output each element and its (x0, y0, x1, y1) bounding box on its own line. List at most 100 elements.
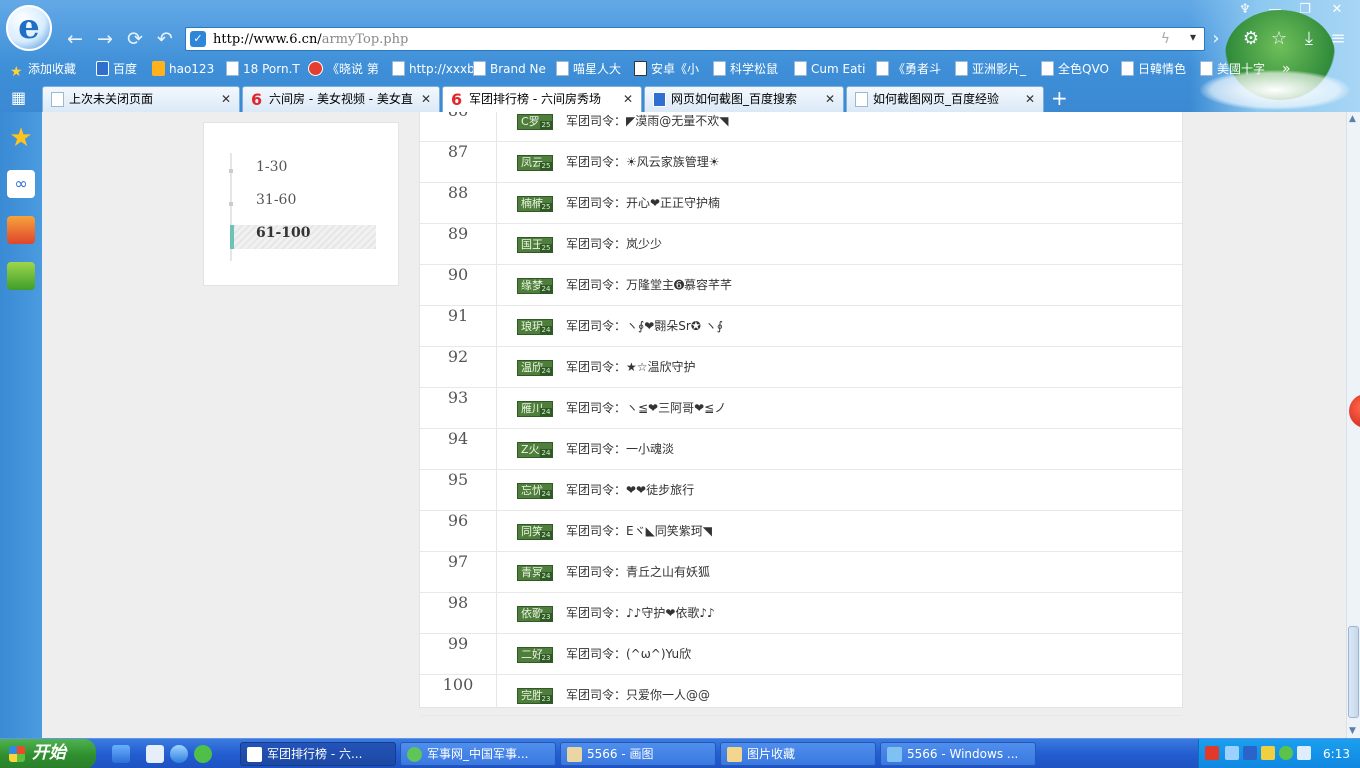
army-badge[interactable]: 楠楠 25 (517, 196, 553, 212)
app-store-icon[interactable] (7, 216, 35, 244)
menu-icon[interactable]: ≡ (1327, 28, 1349, 50)
browser-quicklaunch-icon[interactable] (194, 745, 212, 763)
army-commander[interactable]: 军团司令：万隆堂主➏慕容芊芊 (566, 265, 732, 305)
bookmark-item[interactable]: Brand Ne (473, 60, 546, 78)
bookmark-item[interactable]: 科学松鼠 (713, 60, 778, 78)
lightning-icon[interactable]: ϟ (1161, 31, 1170, 47)
skin-icon[interactable]: ♆ (1230, 0, 1260, 20)
bookmark-item[interactable]: 日韓情色 (1121, 60, 1186, 78)
tab-close-button[interactable]: ✕ (421, 87, 431, 111)
army-commander[interactable]: 军团司令：只爱你一人@@ (566, 675, 710, 715)
ie-icon[interactable] (170, 745, 188, 763)
army-badge[interactable]: Z火 24 (517, 442, 553, 458)
tab-close-button[interactable]: ✕ (623, 87, 633, 111)
tab-army-ranking[interactable]: 6 军团排行榜 - 六间房秀场 ✕ (442, 86, 642, 112)
rank-range-61-100[interactable]: 61-100 (230, 225, 376, 249)
taskbar-item[interactable]: 5566 - Windows ... (880, 742, 1036, 766)
army-commander[interactable]: 军团司令：♪♪守护❤依歌♪♪ (566, 593, 715, 633)
army-commander[interactable]: 军团司令：ヽ∮❤翾朵Sr✪ ヽ∮ (566, 306, 723, 346)
address-bar[interactable]: ✓ http://www.6.cn/armyTop.php ϟ ▾ (185, 27, 1205, 51)
army-badge[interactable]: 依歌 23 (517, 606, 553, 622)
tray-arrow-icon[interactable] (1243, 746, 1257, 760)
taskbar-item[interactable]: 5566 - 画图 (560, 742, 716, 766)
bookmark-item[interactable]: Cum Eati (794, 60, 865, 78)
army-badge[interactable]: 完胜 23 (517, 688, 553, 704)
bookmark-item[interactable]: http://xxxb (392, 60, 475, 78)
bookmark-item[interactable]: 安卓《小 (634, 60, 699, 78)
bookmark-item[interactable]: 百度 (96, 60, 137, 78)
bookmark-item[interactable]: hao123 (152, 60, 214, 78)
scroll-up-icon[interactable]: ▲ (1349, 114, 1356, 124)
army-badge[interactable]: 青冥 24 (517, 565, 553, 581)
rank-range-1-30[interactable]: 1-30 (229, 159, 376, 183)
army-commander[interactable]: 军团司令：ヽ≦❤三阿哥❤≦ノ (566, 388, 726, 428)
quicklaunch-app-icon[interactable] (146, 745, 164, 763)
tab-baidu-search[interactable]: 网页如何截图_百度搜索 ✕ (644, 86, 844, 112)
more-icon[interactable]: › (1205, 28, 1227, 50)
taskbar-item[interactable]: 军团排行榜 - 六... (240, 742, 396, 766)
army-badge[interactable]: 琅玥 24 (517, 319, 553, 335)
army-badge[interactable]: 同笑 24 (517, 524, 553, 540)
army-badge[interactable]: 凤云 25 (517, 155, 553, 171)
tray-network-icon[interactable] (1225, 746, 1239, 760)
grid-menu-icon[interactable]: ▦ (11, 89, 29, 107)
security-shield-icon[interactable]: ✓ (190, 31, 206, 47)
bookmark-item[interactable]: 18 Porn.T (226, 60, 300, 78)
army-commander[interactable]: 军团司令：Eヾ◣同笑紫珂◥ (566, 511, 712, 551)
close-window-button[interactable]: ✕ (1322, 0, 1352, 20)
army-commander[interactable]: 军团司令：岚少少 (566, 224, 662, 264)
tab-baidu-jingyan[interactable]: 如何截图网页_百度经验 ✕ (846, 86, 1044, 112)
army-commander[interactable]: 军团司令：(^ω^)Yu欣 (566, 634, 691, 674)
minimize-button[interactable]: — (1260, 0, 1290, 20)
bookmark-item[interactable]: ★ 添加收藏 (10, 60, 76, 80)
army-commander[interactable]: 军团司令：开心❤正正守护楠 (566, 183, 720, 223)
army-commander[interactable]: 军团司令：★☆温欣守护 (566, 347, 696, 387)
bookmark-item[interactable]: 美國十字 (1200, 60, 1265, 78)
bookmark-item[interactable]: 亚洲影片_ (955, 60, 1026, 78)
army-badge[interactable]: 忘忧 24 (517, 483, 553, 499)
tab-6cn-video[interactable]: 6 六间房 - 美女视频 - 美女直 ✕ (242, 86, 440, 112)
army-commander[interactable]: 军团司令：❤❤徒步旅行 (566, 470, 694, 510)
forward-icon[interactable]: → (94, 28, 116, 50)
army-commander[interactable]: 军团司令：☀风云家族管理☀ (566, 142, 720, 182)
army-badge[interactable]: 雁川 24 (517, 401, 553, 417)
taskbar-item[interactable]: 军事网_中国军事... (400, 742, 556, 766)
army-badge[interactable]: 缘梦 24 (517, 278, 553, 294)
scroll-thumb[interactable] (1348, 626, 1359, 718)
star-icon[interactable]: ☆ (1268, 28, 1290, 50)
tab-close-button[interactable]: ✕ (221, 87, 231, 111)
army-badge[interactable]: C罗 25 (517, 114, 553, 130)
tab-close-button[interactable]: ✕ (1025, 87, 1035, 111)
restore-button[interactable]: ❐ (1290, 0, 1320, 20)
bookmarks-more-button[interactable]: » (1282, 60, 1291, 78)
tray-warning-icon[interactable] (1261, 746, 1275, 760)
favorites-star-icon[interactable]: ★ (7, 124, 35, 152)
army-commander[interactable]: 军团司令：一小魂淡 (566, 429, 674, 469)
address-dropdown-icon[interactable]: ▾ (1190, 30, 1196, 44)
game-center-icon[interactable] (7, 262, 35, 290)
start-button[interactable]: 开始 (0, 739, 96, 768)
tab-last-closed[interactable]: 上次未关闭页面 ✕ (42, 86, 240, 112)
bookmark-item[interactable]: 全色QVO (1041, 60, 1109, 78)
army-commander[interactable]: 军团司令：青丘之山有妖狐 (566, 552, 710, 592)
bookmark-item[interactable]: 《晓说 第 (308, 60, 379, 78)
rank-range-31-60[interactable]: 31-60 (229, 192, 376, 216)
army-badge[interactable]: 二好 23 (517, 647, 553, 663)
download-icon[interactable]: ⤓ (1298, 28, 1320, 50)
baidu-app-icon[interactable]: ∞ (7, 170, 35, 198)
show-desktop-icon[interactable] (112, 745, 130, 763)
back-icon[interactable]: ← (64, 28, 86, 50)
army-commander[interactable]: 军团司令：◤漠雨@无量不欢◥ (566, 112, 728, 141)
army-badge[interactable]: 温欣 24 (517, 360, 553, 376)
browser-logo[interactable]: e (6, 5, 52, 51)
army-badge[interactable]: 国王 25 (517, 237, 553, 253)
tray-security-icon[interactable] (1279, 746, 1293, 760)
bookmark-item[interactable]: 《勇者斗 (876, 60, 941, 78)
gear-icon[interactable]: ⚙ (1240, 28, 1262, 50)
tray-s-icon[interactable] (1205, 746, 1219, 760)
undo-icon[interactable]: ↶ (154, 28, 176, 50)
refresh-icon[interactable]: ⟳ (124, 28, 146, 50)
tab-close-button[interactable]: ✕ (825, 87, 835, 111)
bookmark-item[interactable]: 喵星人大 (556, 60, 621, 78)
scroll-down-icon[interactable]: ▼ (1349, 726, 1356, 736)
